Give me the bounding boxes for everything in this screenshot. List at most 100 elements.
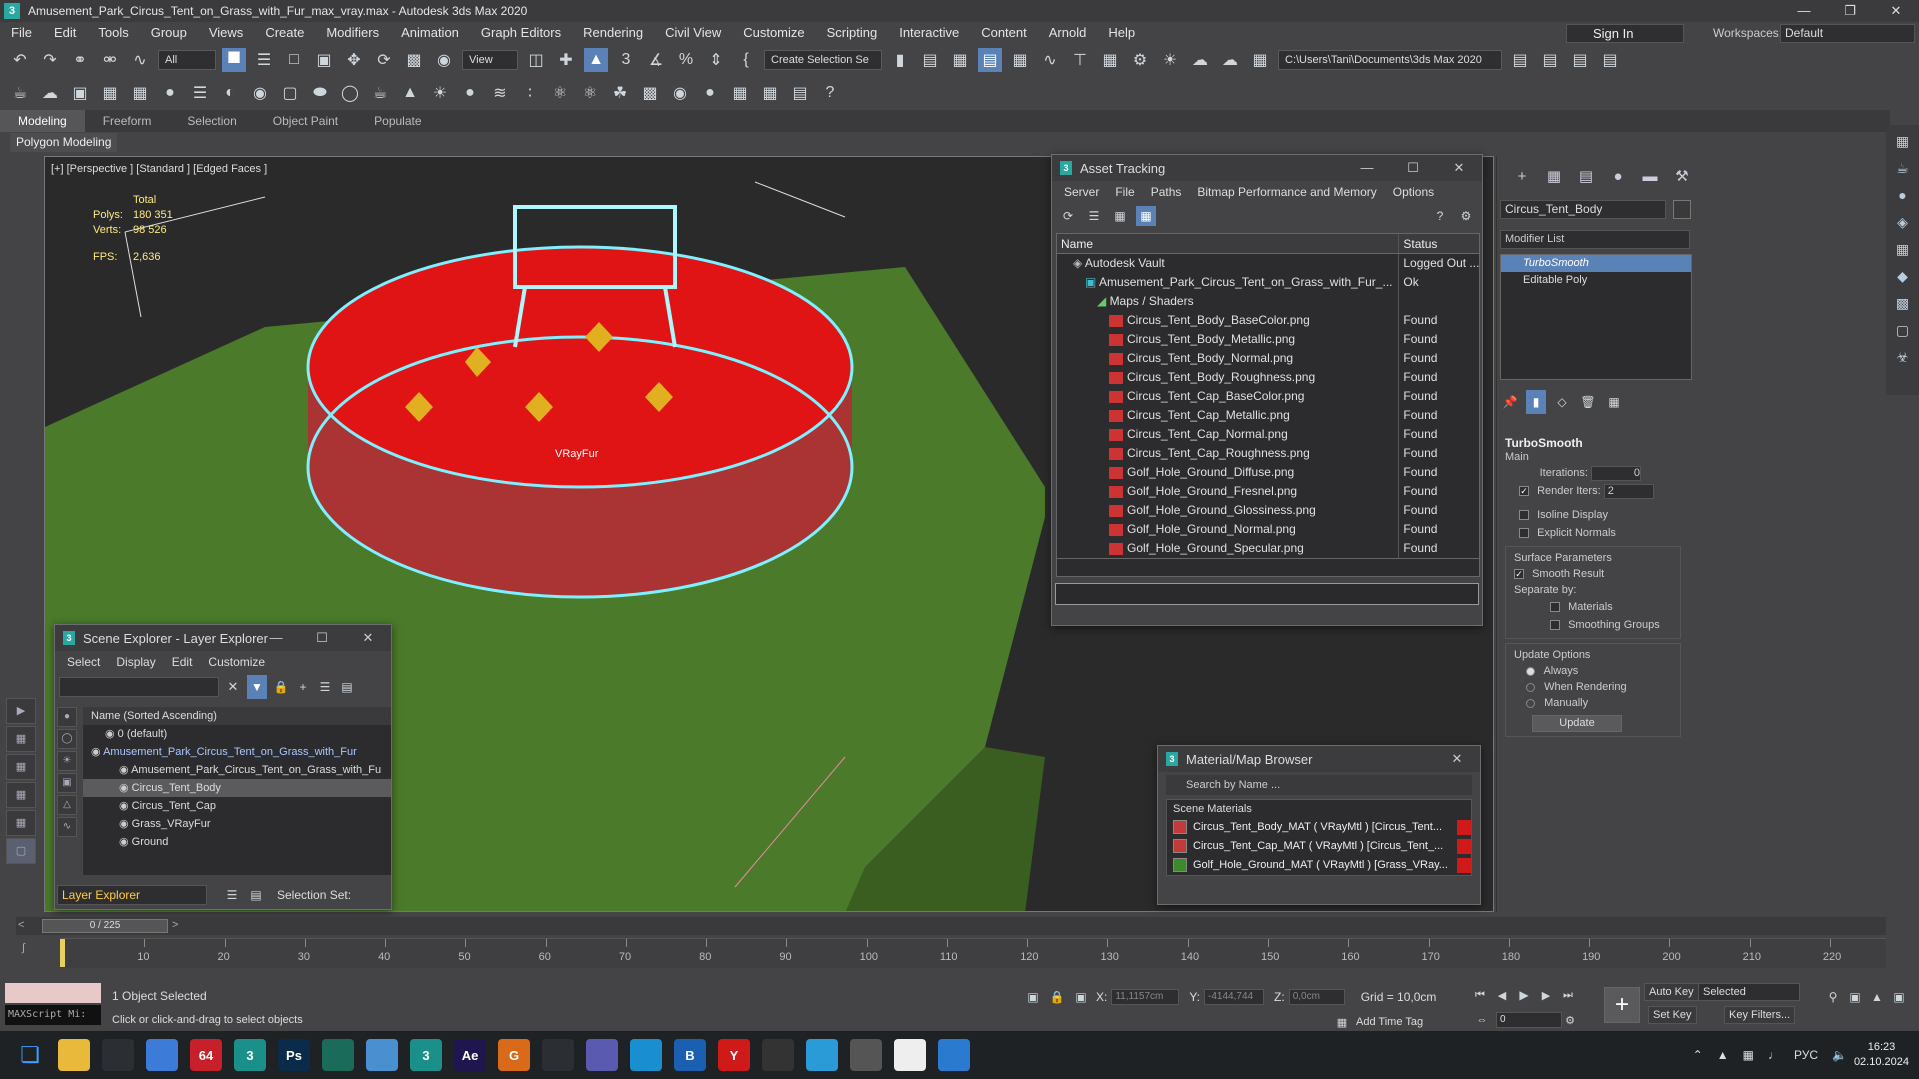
menu-edit[interactable]: Edit <box>43 22 87 44</box>
help-icon[interactable]: ? <box>818 81 842 105</box>
document-icon[interactable] <box>894 1039 926 1071</box>
column-name[interactable]: Name <box>1057 234 1400 253</box>
next-frame-icon[interactable]: ▶ <box>1538 983 1554 1007</box>
scene-tree-row[interactable]: ◉ Amusement_Park_Circus_Tent_on_Grass_wi… <box>83 743 391 761</box>
windows-start-icon[interactable]: ❏ <box>14 1039 46 1071</box>
scene-menu-display[interactable]: Display <box>108 655 163 669</box>
file-explorer-icon[interactable] <box>58 1039 90 1071</box>
close-icon[interactable]: ✕ <box>1436 155 1482 181</box>
gem-icon[interactable]: ◆ <box>1892 265 1914 287</box>
toggle-scene-explorer-icon[interactable]: ▦ <box>948 48 972 72</box>
asset-row[interactable]: ◢ Maps / Shaders <box>1057 292 1479 311</box>
menu-graph-editors[interactable]: Graph Editors <box>470 22 572 44</box>
add-layer-icon[interactable]: + <box>295 675 311 699</box>
asset-row[interactable]: Circus_Tent_Body_Normal.png Found <box>1057 349 1479 368</box>
layout-double-icon[interactable]: ▦ <box>6 782 36 808</box>
display-spacewarps-icon[interactable]: ∿ <box>57 817 77 837</box>
photoshop-icon[interactable]: Ps <box>278 1039 310 1071</box>
configure-sets-icon[interactable]: ▦ <box>1604 390 1624 414</box>
zoom-extents-icon[interactable]: ▣ <box>1846 985 1864 1009</box>
leaf-icon[interactable]: ☘ <box>608 81 632 105</box>
keyboard-shortcut-override-icon[interactable]: ▲ <box>584 48 608 72</box>
mirror-icon[interactable]: ▮ <box>888 48 912 72</box>
sphere-small-icon[interactable]: ● <box>1892 184 1914 206</box>
ribbon-tab-freeform[interactable]: Freeform <box>85 110 170 132</box>
play-panel-icon[interactable]: ▶ <box>6 698 36 724</box>
rect-selection-icon[interactable]: □ <box>282 48 306 72</box>
fur-icon[interactable]: ≋ <box>488 81 512 105</box>
ribbon-tab-modeling[interactable]: Modeling <box>0 110 85 132</box>
cup-icon[interactable]: ☕ <box>368 81 392 105</box>
absolute-mode-icon[interactable]: ▣ <box>1072 985 1090 1009</box>
rotate-icon[interactable]: ⟳ <box>372 48 396 72</box>
asset-tracking-titlebar[interactable]: 3 Asset Tracking — ☐ ✕ <box>1052 155 1482 181</box>
hierarchy-mode-icon[interactable]: ▤ <box>247 883 265 907</box>
settings-icon[interactable]: ⚙ <box>1456 206 1476 226</box>
object-name-field[interactable]: Circus_Tent_Body <box>1500 200 1666 219</box>
stack-item-editable-poly[interactable]: Editable Poly <box>1501 272 1691 289</box>
selection-set-select[interactable]: Create Selection Se <box>764 50 882 70</box>
app-green-icon[interactable] <box>322 1039 354 1071</box>
plane-icon[interactable]: ⬬ <box>308 81 332 105</box>
menu-views[interactable]: Views <box>198 22 254 44</box>
material-item[interactable]: Golf_Hole_Ground_MAT ( VRayMtl ) [Grass_… <box>1167 856 1471 875</box>
material-item[interactable]: Circus_Tent_Body_MAT ( VRayMtl ) [Circus… <box>1167 818 1471 837</box>
display-tab-icon[interactable]: ▬ <box>1637 166 1663 188</box>
render-in-cloud-icon[interactable]: ☁ <box>1218 48 1242 72</box>
material-group-header[interactable]: Scene Materials <box>1167 800 1471 818</box>
align-icon[interactable]: ▤ <box>918 48 942 72</box>
layout-split-icon[interactable]: ▦ <box>6 810 36 836</box>
snaps-toggle-icon[interactable]: 3 <box>614 48 638 72</box>
table-view-icon[interactable]: ▦ <box>1136 206 1156 226</box>
maximize-icon[interactable]: ☐ <box>1390 155 1436 181</box>
fov-icon[interactable]: ▲ <box>1868 985 1886 1009</box>
time-config-icon[interactable]: ⚙ <box>1562 1008 1578 1032</box>
file-icon[interactable]: ▤ <box>788 81 812 105</box>
shell-icon[interactable]: ◉ <box>668 81 692 105</box>
always-radio[interactable] <box>1526 666 1535 676</box>
zoom-icon[interactable]: ⚲ <box>1824 985 1842 1009</box>
app-blue-icon[interactable]: B <box>674 1039 706 1071</box>
terminal-icon[interactable] <box>762 1039 794 1071</box>
sun-icon[interactable]: ☀ <box>428 81 452 105</box>
previous-frame-icon[interactable]: ◀ <box>1494 983 1510 1007</box>
select-object-icon[interactable]: ⯀ <box>222 48 246 72</box>
render-iters-spinner[interactable]: 2 <box>1603 483 1654 499</box>
layout-single-icon[interactable]: ▢ <box>6 838 36 864</box>
app-store-icon[interactable] <box>586 1039 618 1071</box>
schematic-view-icon[interactable]: ⊤ <box>1068 48 1092 72</box>
select-by-name-icon[interactable]: ☰ <box>252 48 276 72</box>
tray-volume-icon[interactable]: ♩ <box>1768 1048 1780 1062</box>
maxscript-listener-pink[interactable] <box>5 983 101 1003</box>
filter-icon[interactable]: ▼ <box>247 675 267 699</box>
display-geometry-icon[interactable]: ● <box>57 707 77 727</box>
redo-icon[interactable]: ↷ <box>38 48 62 72</box>
auto-key-button[interactable]: Auto Key <box>1644 983 1699 1001</box>
key-mode-icon[interactable]: ⇔ <box>1474 1008 1490 1032</box>
list-view-icon[interactable]: ☰ <box>1084 206 1104 226</box>
edit-named-selection-icon[interactable]: { <box>734 48 758 72</box>
object-color-swatch[interactable] <box>1673 200 1691 219</box>
modifier-list-select[interactable]: Modifier List <box>1500 230 1690 249</box>
menu-tools[interactable]: Tools <box>87 22 139 44</box>
menu-animation[interactable]: Animation <box>390 22 470 44</box>
window-icon[interactable]: ▣ <box>68 81 92 105</box>
material-browser-titlebar[interactable]: 3 Material/Map Browser ✕ <box>1158 746 1480 772</box>
scene-tree-row[interactable]: ◉ Circus_Tent_Cap <box>83 797 391 815</box>
shader-icon[interactable]: ◈ <box>1892 211 1914 233</box>
placement-icon[interactable]: ◉ <box>432 48 456 72</box>
a360-gallery-icon[interactable]: ▦ <box>1248 48 1272 72</box>
asset-row[interactable]: ◈ Autodesk Vault Logged Out ... <box>1057 254 1479 273</box>
scene-menu-customize[interactable]: Customize <box>200 655 273 669</box>
layout-quad-icon[interactable]: ▦ <box>6 726 36 752</box>
selection-filter-select[interactable]: All <box>158 50 216 70</box>
ribbon-sub-panel[interactable]: Polygon Modeling <box>10 133 118 152</box>
undo-icon[interactable]: ↶ <box>8 48 32 72</box>
scene-explorer-titlebar[interactable]: 3 Scene Explorer - Layer Explorer — ☐ ✕ <box>55 625 391 651</box>
scene-menu-edit[interactable]: Edit <box>164 655 201 669</box>
menu-interactive[interactable]: Interactive <box>888 22 970 44</box>
project-path-select[interactable]: C:\Users\Tani\Documents\3ds Max 2020 <box>1278 50 1502 70</box>
frame-counter[interactable]: 0 / 225 <box>42 919 168 933</box>
display-lights-icon[interactable]: ☀ <box>57 751 77 771</box>
show-end-result-icon[interactable]: ▮ <box>1526 390 1546 414</box>
